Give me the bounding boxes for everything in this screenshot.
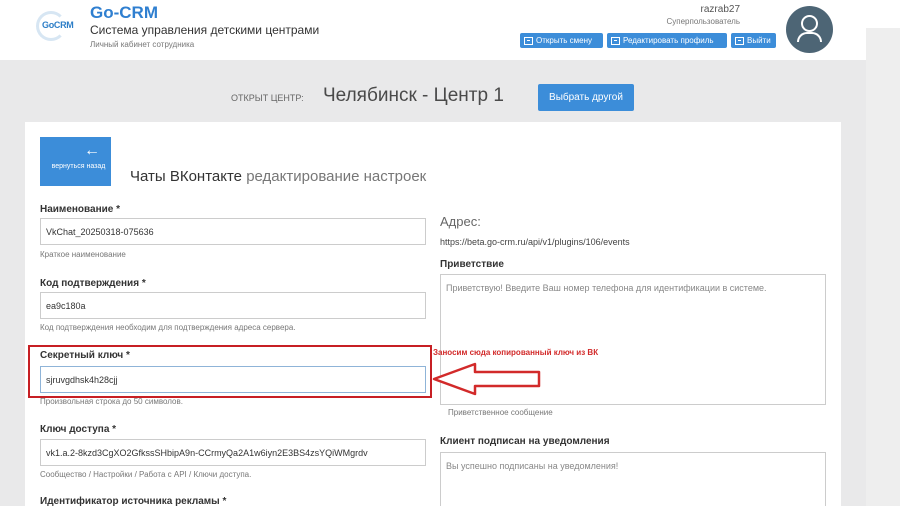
- back-button[interactable]: ← вернуться назад: [40, 137, 111, 186]
- logo-text: GoCRM: [42, 20, 74, 30]
- choose-center-button[interactable]: Выбрать другой: [538, 84, 634, 111]
- greeting-hint: Приветственное сообщение: [448, 408, 553, 417]
- enter-icon: [524, 36, 533, 45]
- brand-subtitle: Система управления детскими центрами: [90, 23, 320, 37]
- name-input[interactable]: VkChat_20250318-075636: [40, 218, 426, 245]
- annotation-note: Заносим сюда копированный ключ из ВК: [433, 348, 599, 357]
- annotation-box: [28, 345, 432, 398]
- center-label: ОТКРЫТ ЦЕНТР:: [231, 93, 304, 103]
- exit-icon: [735, 36, 744, 45]
- edit-profile-button[interactable]: Редактировать профиль: [607, 33, 727, 48]
- name-label: Наименование *: [40, 204, 121, 215]
- avatar-head: [801, 15, 818, 32]
- access-key-input[interactable]: vk1.a.2-8kzd3CgXO2GfkssSHbipA9n-CCrmyQa2…: [40, 439, 426, 466]
- brand-name[interactable]: Go-CRM: [90, 3, 158, 23]
- page-title: Чаты ВКонтакте редактирование настроек: [130, 168, 426, 185]
- user-avatar-icon[interactable]: [786, 6, 833, 53]
- open-shift-label: Открыть смену: [536, 36, 593, 45]
- confirm-code-label: Код подтверждения *: [40, 278, 146, 289]
- center-row: ОТКРЫТ ЦЕНТР: Челябинск - Центр 1 Выбрат…: [0, 84, 866, 112]
- username: razrab27: [700, 4, 740, 15]
- logo[interactable]: GoCRM: [36, 11, 78, 41]
- access-key-hint: Сообщество / Настройки / Работа с API / …: [40, 470, 252, 479]
- cabinet-label: Личный кабинет сотрудника: [90, 40, 195, 49]
- address-value: https://beta.go-crm.ru/api/v1/plugins/10…: [440, 237, 630, 247]
- ad-source-label: Идентификатор источника рекламы *: [40, 496, 227, 506]
- page-title-suffix: редактирование настроек: [246, 168, 427, 185]
- access-key-label: Ключ доступа *: [40, 424, 117, 435]
- arrow-left-icon: ←: [84, 142, 100, 159]
- greeting-label: Приветствие: [440, 259, 504, 270]
- side-panel: [866, 28, 900, 506]
- edit-profile-label: Редактировать профиль: [623, 36, 714, 45]
- open-shift-button[interactable]: Открыть смену: [520, 33, 603, 48]
- center-name: Челябинск - Центр 1: [323, 85, 504, 106]
- header: GoCRM Go-CRM Система управления детскими…: [0, 0, 866, 60]
- confirm-code-hint: Код подтверждения необходим для подтверж…: [40, 323, 296, 332]
- edit-icon: [611, 36, 620, 45]
- address-label: Адрес:: [440, 214, 481, 229]
- page-title-main: Чаты ВКонтакте: [130, 168, 243, 185]
- subscribed-label: Клиент подписан на уведомления: [440, 436, 610, 447]
- user-role: Суперпользователь: [666, 17, 740, 26]
- red-arrow-icon: [432, 362, 541, 396]
- confirm-code-input[interactable]: ea9c180a: [40, 292, 426, 319]
- name-hint: Краткое наименование: [40, 250, 126, 259]
- subscribed-textarea[interactable]: Вы успешно подписаны на уведомления!: [440, 452, 826, 506]
- logout-button[interactable]: Выйти: [731, 33, 776, 48]
- logout-label: Выйти: [747, 36, 771, 45]
- secret-key-hint: Произвольная строка до 50 символов.: [40, 397, 183, 406]
- back-button-label: вернуться назад: [51, 163, 106, 170]
- avatar-body: [797, 32, 822, 42]
